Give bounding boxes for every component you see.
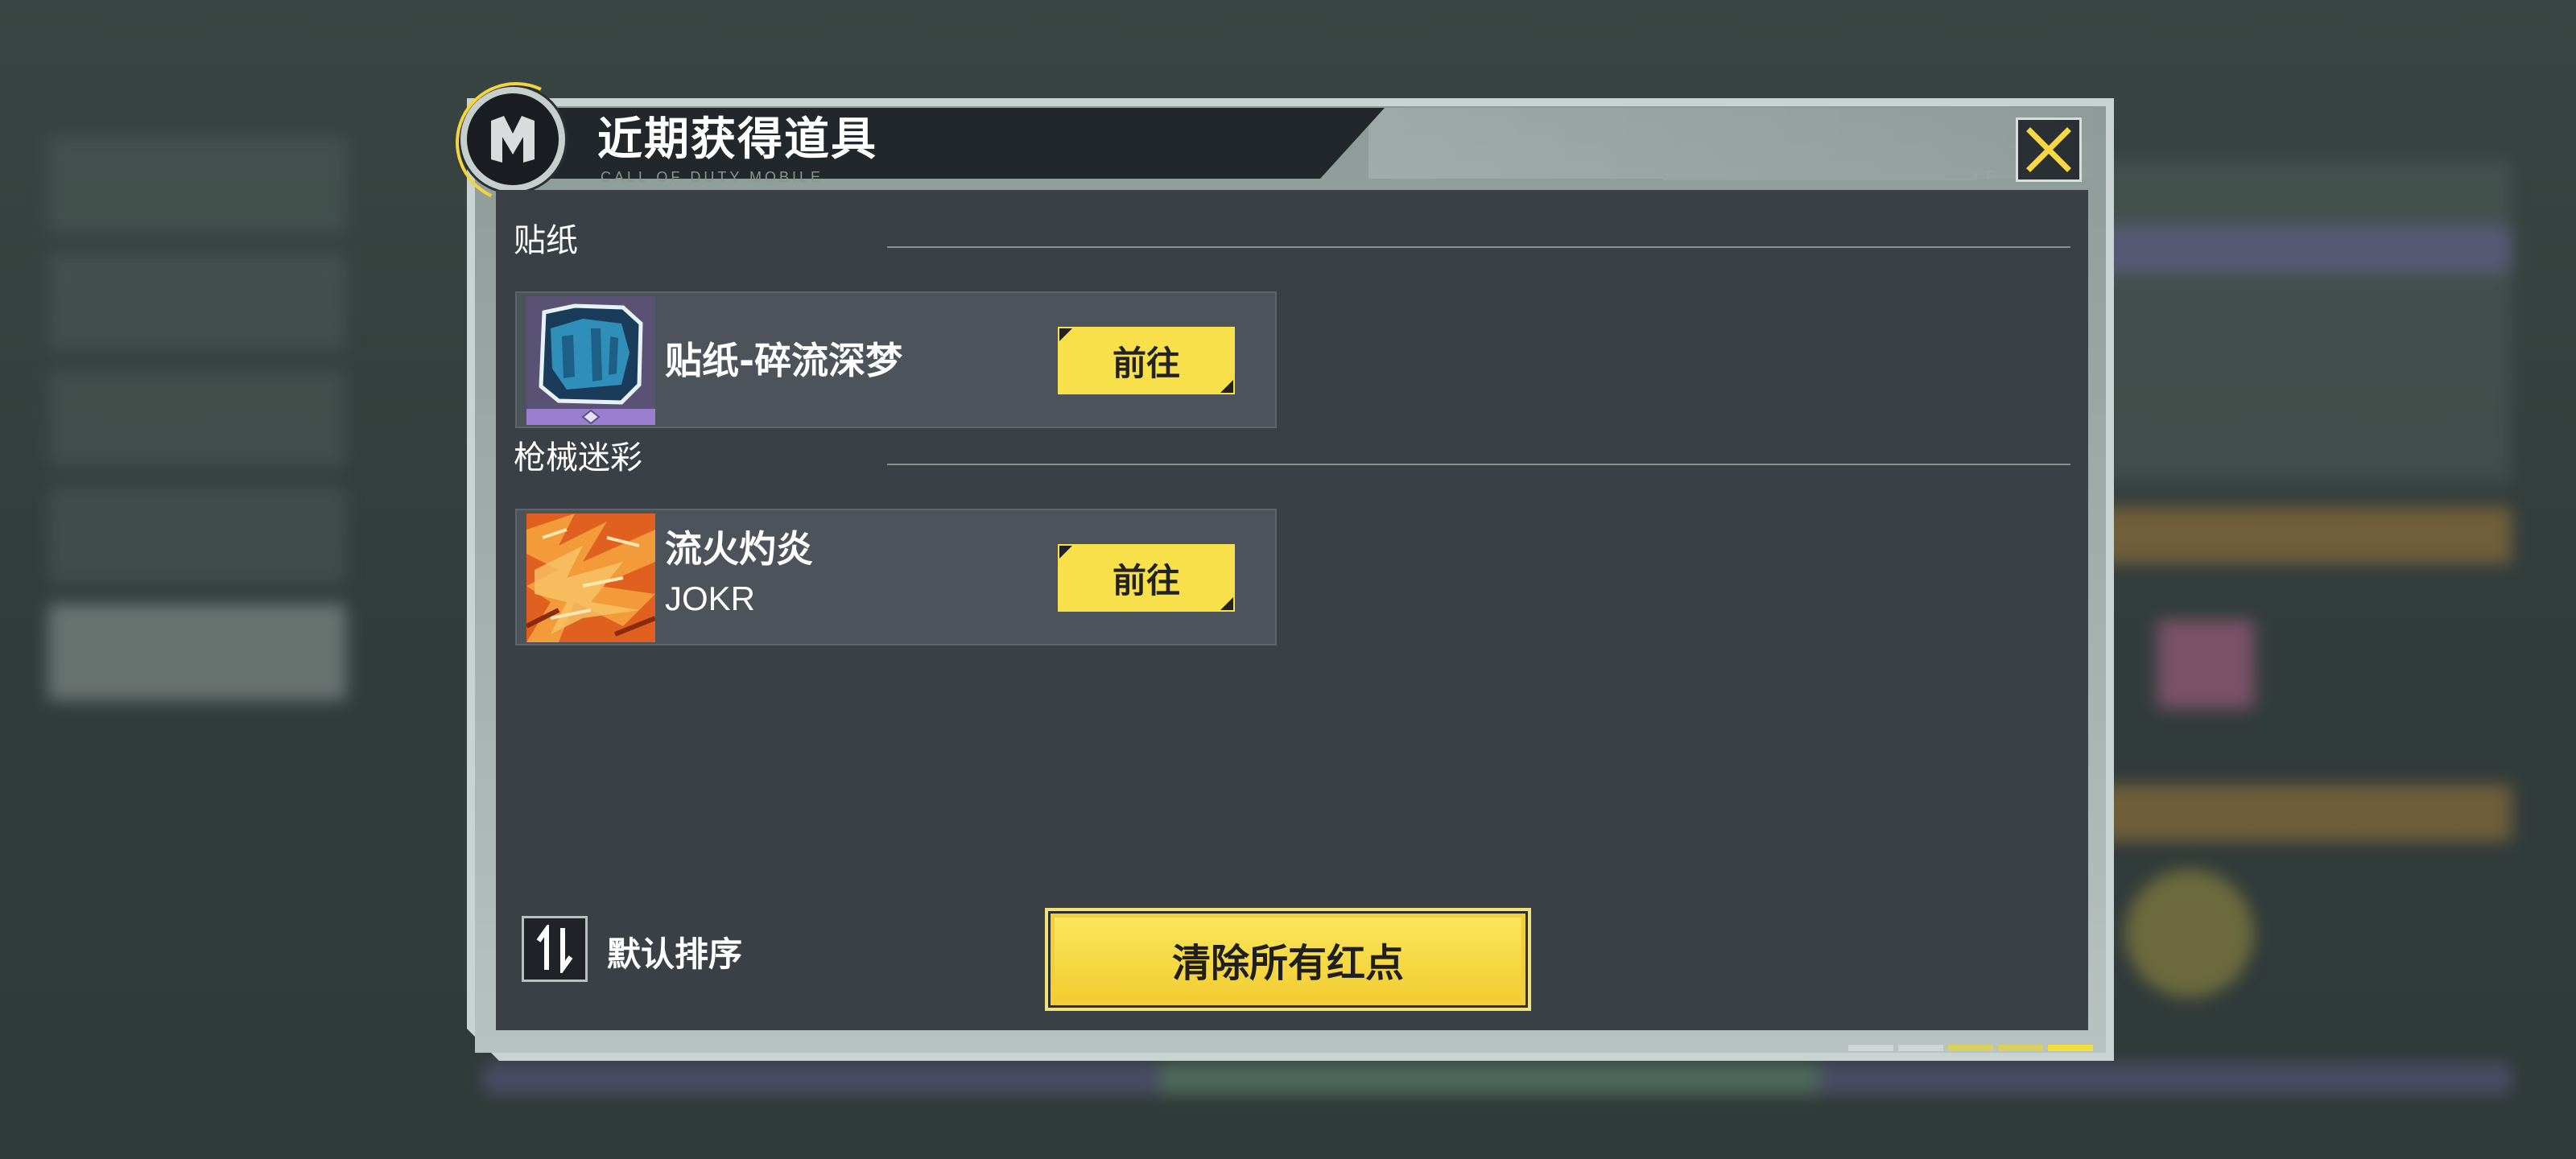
item-weapon-name: JOKR xyxy=(665,580,756,617)
clear-button-label: 清除所有红点 xyxy=(1171,941,1404,986)
dialog-subtitle: CALL OF DUTY MOBILE xyxy=(601,169,824,185)
header-decor-bar xyxy=(1663,172,1977,180)
header-decor-stripe xyxy=(1368,108,2093,179)
cod-logo-icon xyxy=(438,64,594,221)
section-divider xyxy=(887,246,2070,248)
section-divider xyxy=(887,464,2070,465)
sticker-thumbnail xyxy=(526,296,655,425)
clear-all-red-dots-button[interactable]: 清除所有红点 xyxy=(1045,908,1531,1011)
item-card-sticker: 贴纸-碎流深梦 前往 xyxy=(515,291,1277,428)
item-name: 流火灼炎 xyxy=(665,527,813,571)
item-name: 贴纸-碎流深梦 xyxy=(665,339,903,382)
sort-label[interactable]: 默认排序 xyxy=(607,927,742,976)
header-decor-square xyxy=(1987,171,1995,179)
close-button[interactable] xyxy=(2016,118,2082,182)
section-label-camo: 枪械迷彩 xyxy=(514,439,642,476)
dialog-title: 近期获得道具 xyxy=(597,113,877,166)
recent-items-dialog: 近期获得道具 CALL OF DUTY MOBILE 贴纸 贴纸-碎流深梦 前往… xyxy=(438,64,2114,1064)
go-button[interactable]: 前往 xyxy=(1058,544,1235,612)
sort-button[interactable] xyxy=(522,916,588,982)
dialog-content: 贴纸 贴纸-碎流深梦 前往 枪械迷彩 流火灼炎 JOKR 前往 xyxy=(496,190,2088,1030)
page-indicator xyxy=(1848,1045,2093,1051)
close-x-icon xyxy=(2026,127,2071,172)
section-label-stickers: 贴纸 xyxy=(514,222,578,259)
go-button[interactable]: 前往 xyxy=(1058,327,1235,394)
sort-arrows-icon xyxy=(536,925,573,973)
camo-thumbnail xyxy=(526,514,655,642)
item-card-camo: 流火灼炎 JOKR 前往 xyxy=(515,509,1277,645)
